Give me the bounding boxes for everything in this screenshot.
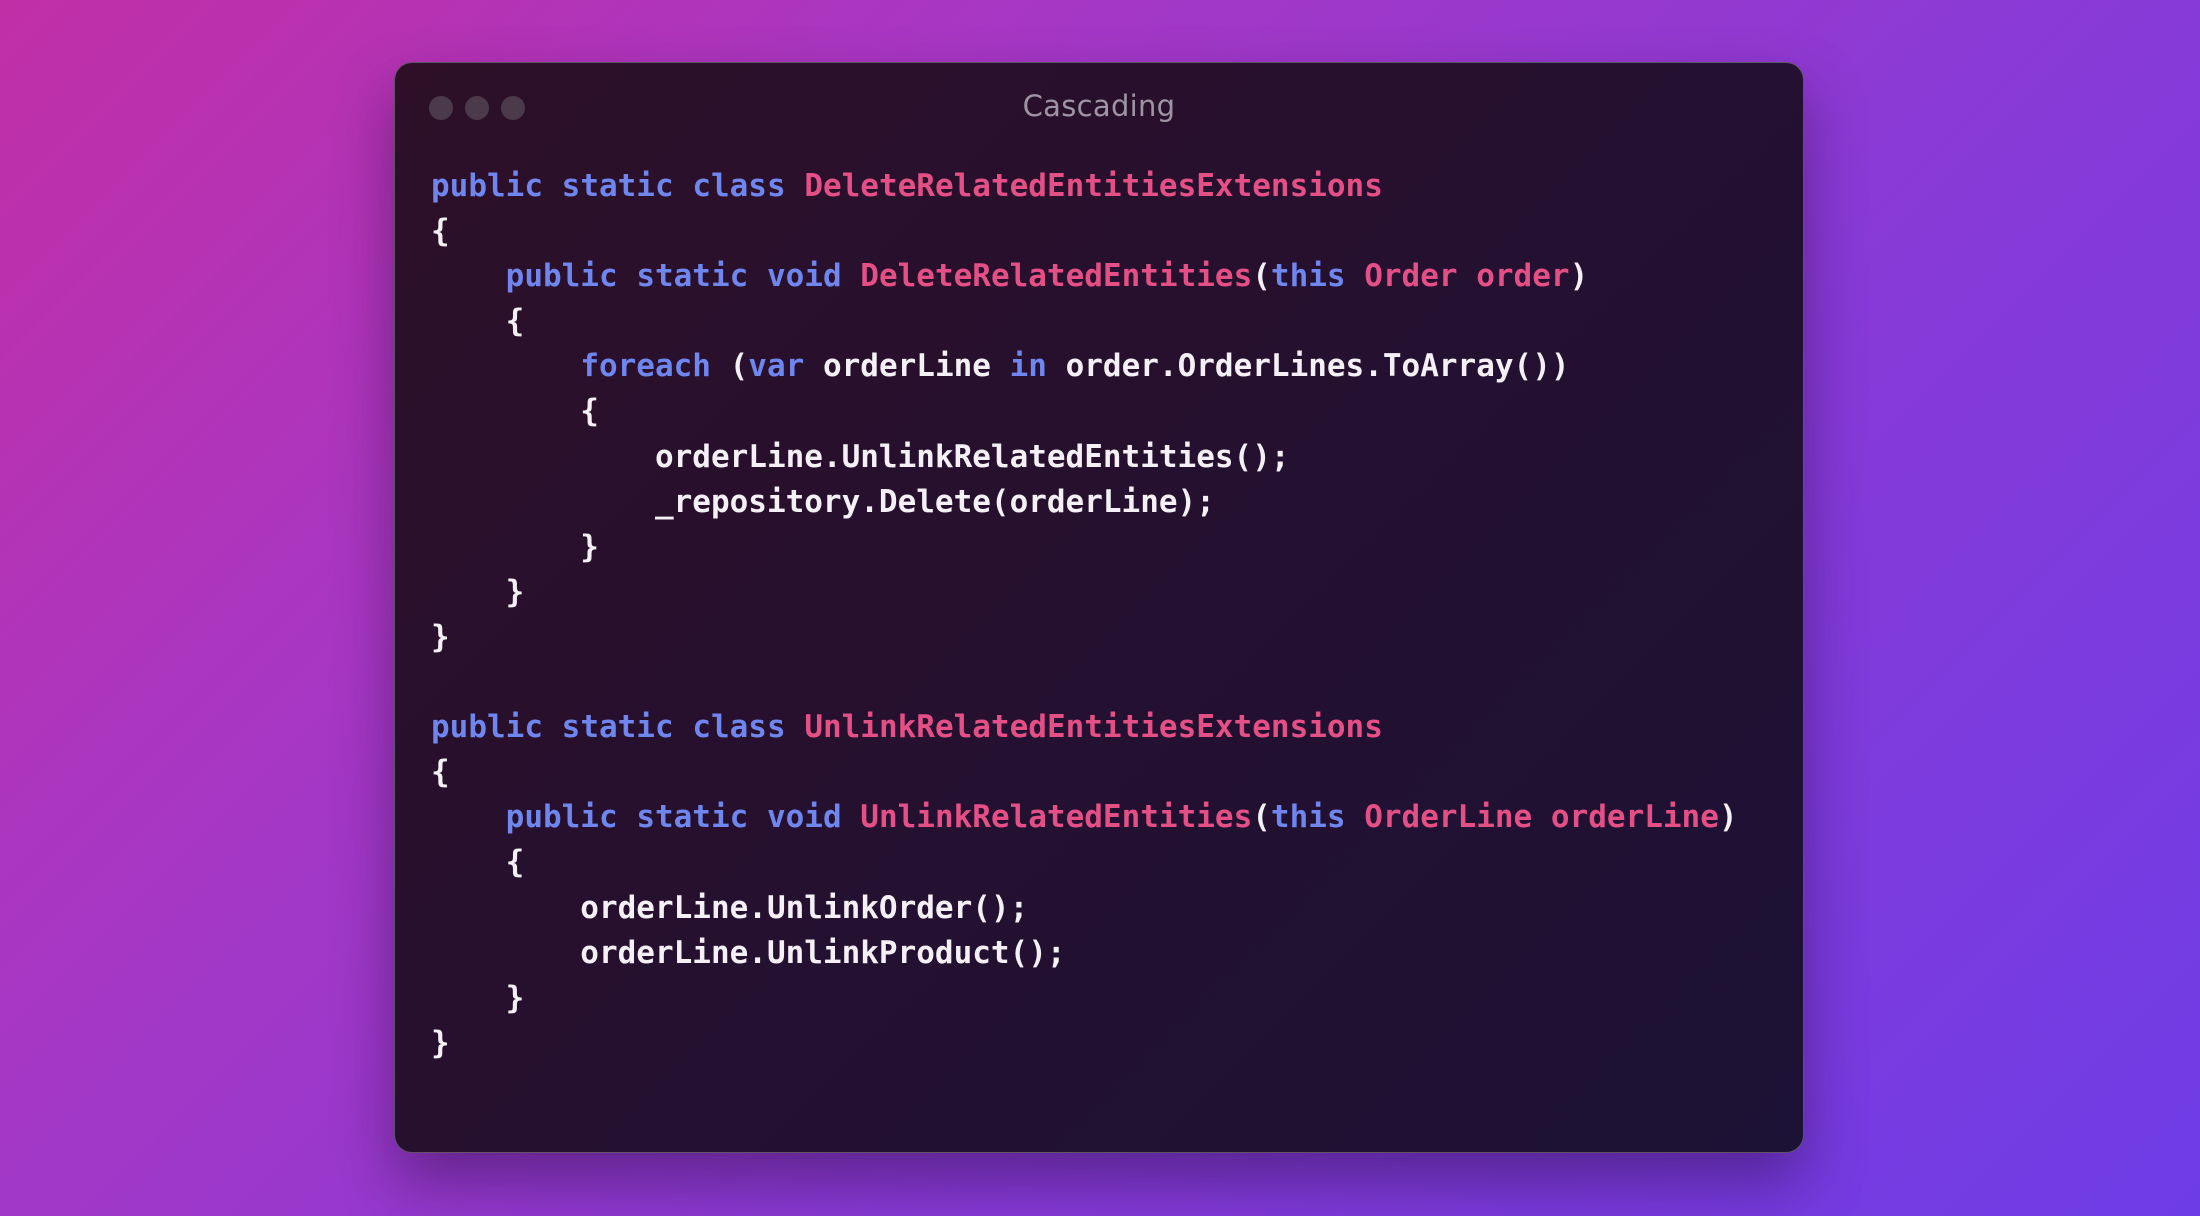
- code-text: {: [431, 213, 450, 250]
- code-type-name: OrderLine: [1364, 799, 1533, 836]
- code-keyword: this: [1270, 258, 1346, 295]
- code-text: {: [431, 393, 599, 430]
- code-line: }: [431, 976, 1738, 1021]
- code-type-name: UnlinkRelatedEntities: [860, 799, 1253, 836]
- code-line: foreach (var orderLine in order.OrderLin…: [431, 344, 1738, 389]
- code-text: orderLine.UnlinkOrder();: [431, 889, 1029, 926]
- code-line: orderLine.UnlinkProduct();: [431, 931, 1738, 976]
- code-text: {: [431, 303, 525, 340]
- code-type-name: Order: [1364, 258, 1458, 295]
- code-keyword: static: [636, 799, 749, 836]
- code-text: }: [431, 1024, 450, 1061]
- code-keyword: public: [431, 709, 543, 746]
- code-line: {: [431, 750, 1738, 795]
- code-text: orderLine.UnlinkProduct();: [431, 934, 1066, 971]
- code-line: public static class DeleteRelatedEntitie…: [431, 164, 1738, 209]
- code-text: }: [431, 573, 525, 610]
- code-type-name: DeleteRelatedEntities: [860, 258, 1253, 295]
- title-bar: Cascading: [395, 63, 1803, 155]
- code-type-name: DeleteRelatedEntitiesExtensions: [804, 168, 1383, 204]
- code-line: _repository.Delete(orderLine);: [431, 480, 1738, 525]
- window-title: Cascading: [1022, 89, 1176, 123]
- code-keyword: void: [766, 799, 842, 836]
- code-type-name: order: [1476, 258, 1570, 295]
- code-keyword: foreach: [580, 348, 711, 385]
- code-keyword: in: [1009, 348, 1047, 385]
- code-text: }: [431, 528, 599, 565]
- code-keyword: public: [431, 168, 543, 204]
- code-keyword: static: [561, 168, 674, 204]
- code-text: }: [431, 618, 450, 655]
- code-text: orderLine.UnlinkRelatedEntities();: [431, 438, 1290, 475]
- code-line: public static class UnlinkRelatedEntitie…: [431, 705, 1738, 750]
- code-line: public static void DeleteRelatedEntities…: [431, 254, 1738, 299]
- code-text: }: [431, 979, 525, 1016]
- code-keyword: class: [692, 168, 786, 204]
- code-line: }: [431, 1021, 1738, 1066]
- code-type-name: UnlinkRelatedEntitiesExtensions: [804, 709, 1383, 746]
- code-text: (: [1252, 258, 1271, 295]
- code-keyword: public: [505, 799, 618, 836]
- code-keyword: this: [1270, 799, 1346, 836]
- code-text: {: [431, 844, 525, 881]
- code-text: (: [1252, 799, 1271, 836]
- code-keyword: class: [692, 709, 786, 746]
- code-text: {: [431, 754, 450, 791]
- code-block: public static class DeleteRelatedEntitie…: [431, 164, 1738, 1066]
- code-window: Cascading public static class DeleteRela…: [394, 62, 1804, 1153]
- code-keyword: void: [766, 258, 842, 295]
- code-text: orderLine: [804, 348, 1010, 385]
- code-text: order.OrderLines.ToArray()): [1046, 348, 1570, 385]
- code-type-name: orderLine: [1550, 799, 1719, 836]
- code-line: public static void UnlinkRelatedEntities…: [431, 795, 1738, 840]
- code-line: orderLine.UnlinkOrder();: [431, 886, 1738, 931]
- code-line: {: [431, 840, 1738, 885]
- code-line: {: [431, 209, 1738, 254]
- code-line: }: [431, 615, 1738, 660]
- code-keyword: static: [561, 709, 674, 746]
- code-line: }: [431, 525, 1738, 570]
- code-keyword: static: [636, 258, 749, 295]
- code-line: orderLine.UnlinkRelatedEntities();: [431, 435, 1738, 480]
- code-text: ): [1718, 799, 1738, 836]
- code-line: {: [431, 389, 1738, 434]
- code-line: }: [431, 570, 1738, 615]
- code-text: ): [1569, 258, 1589, 295]
- code-text: _repository.Delete(orderLine);: [431, 483, 1215, 520]
- code-line: {: [431, 299, 1738, 344]
- code-text: (: [710, 348, 749, 385]
- code-keyword: public: [505, 258, 618, 295]
- code-keyword: var: [748, 348, 805, 385]
